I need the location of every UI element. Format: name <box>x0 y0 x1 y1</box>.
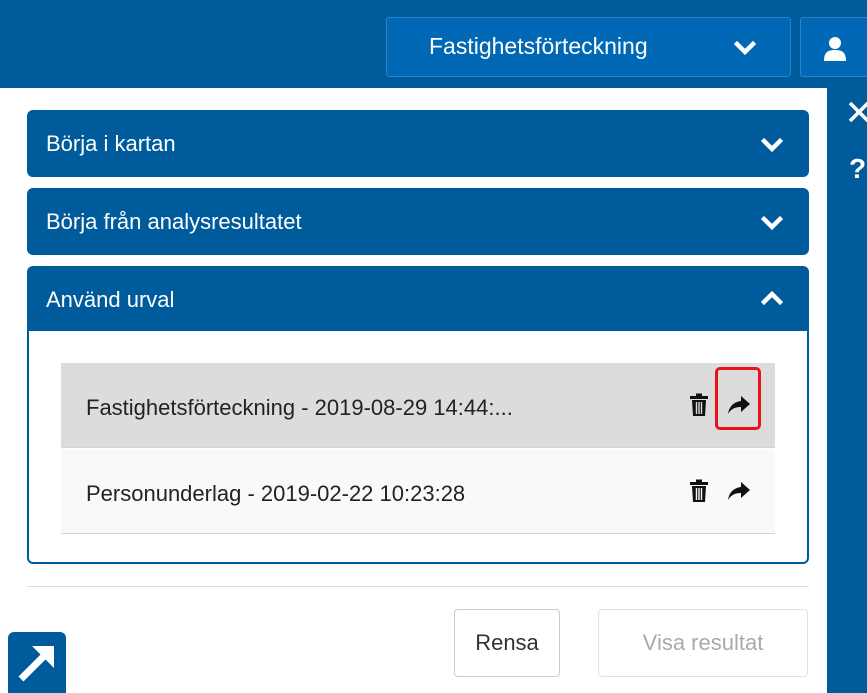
expand-button[interactable] <box>8 632 66 693</box>
report-type-dropdown[interactable]: Fastighetsförteckning <box>386 17 791 77</box>
selection-label: Personunderlag - 2019-02-22 10:23:28 <box>86 481 466 506</box>
trash-icon[interactable] <box>689 393 709 417</box>
report-type-dropdown-label: Fastighetsförteckning <box>429 33 648 59</box>
panel-header[interactable]: Använd urval <box>29 268 807 331</box>
share-arrow-icon[interactable] <box>727 481 751 501</box>
divider <box>27 586 809 587</box>
selection-label: Fastighetsförteckning - 2019-08-29 14:44… <box>86 395 513 420</box>
selection-list-item[interactable]: Personunderlag - 2019-02-22 10:23:28 <box>61 449 775 534</box>
panel-borja-fran-analysresultatet[interactable]: Börja från analysresultatet <box>27 188 809 255</box>
user-button[interactable] <box>800 17 867 77</box>
expand-arrow-icon <box>18 646 54 682</box>
help-icon[interactable]: ? <box>849 155 866 183</box>
show-result-button[interactable]: Visa resultat <box>598 609 808 677</box>
trash-icon[interactable] <box>689 479 709 503</box>
panel-title: Börja från analysresultatet <box>46 209 302 234</box>
panel-anvand-urval: Använd urval Fastighetsförteckning - 201… <box>27 266 809 564</box>
close-icon[interactable] <box>847 100 867 124</box>
panel-title: Börja i kartan <box>46 131 176 156</box>
chevron-down-icon <box>761 137 783 153</box>
user-icon <box>824 37 846 61</box>
chevron-down-icon <box>761 215 783 231</box>
highlight-box <box>715 367 761 430</box>
chevron-up-icon <box>761 290 783 306</box>
panel-title: Använd urval <box>46 287 175 312</box>
selection-list-item[interactable]: Fastighetsförteckning - 2019-08-29 14:44… <box>61 363 775 448</box>
panel-borja-i-kartan[interactable]: Börja i kartan <box>27 110 809 177</box>
chevron-down-icon <box>734 40 756 56</box>
clear-button[interactable]: Rensa <box>454 609 560 677</box>
